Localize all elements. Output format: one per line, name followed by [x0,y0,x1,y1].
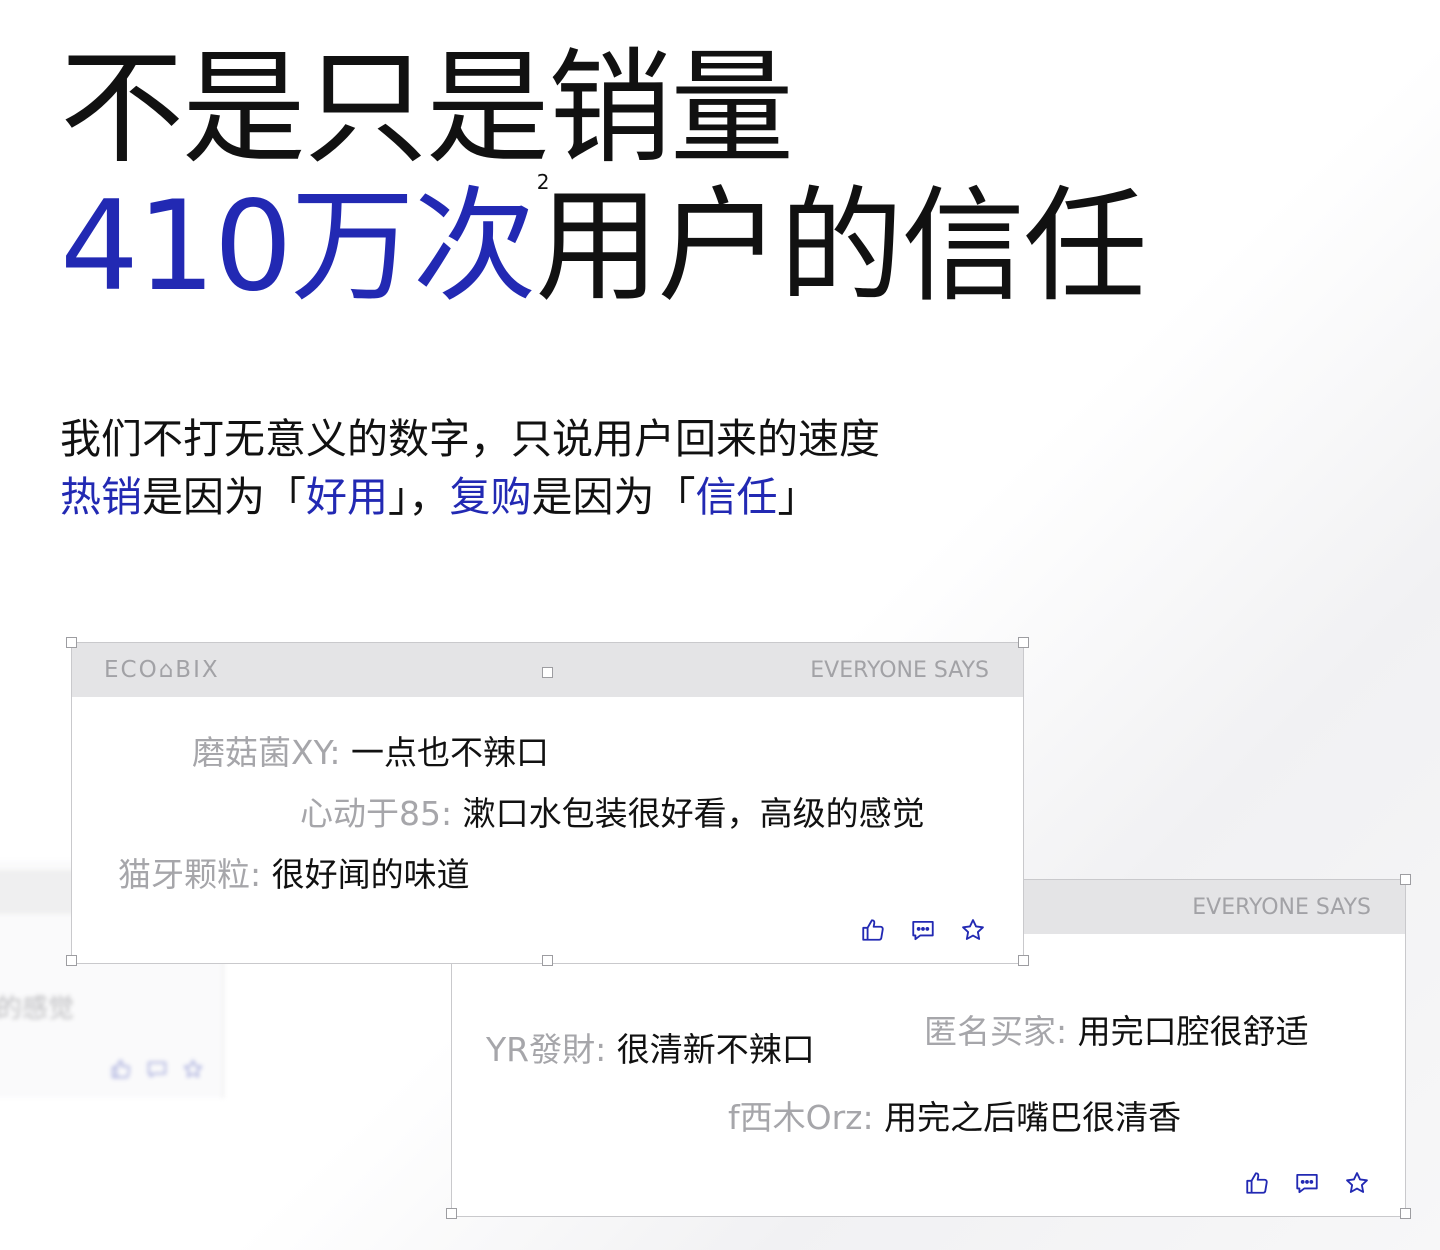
review-username: 匿名买家: [924,1012,1078,1051]
subtitle-line-1: 我们不打无意义的数字，只说用户回来的速度 [60,415,880,463]
review-username: 心动于85: [300,794,463,833]
comment-icon[interactable] [1294,1170,1320,1196]
subtitle-text: 是因为「 [531,473,696,521]
selection-handle[interactable] [446,1208,457,1219]
review-text: 一点也不辣口 [351,733,549,772]
review-comment: YR發財: 很清新不辣口 [486,1030,815,1070]
card-actions [860,917,986,943]
subtitle-hot-sale: 热销 [60,473,142,521]
review-username: YR發財: [486,1030,617,1069]
review-username: 猫牙颗粒: [118,855,272,894]
review-text: 很好闻的味道 [271,855,470,894]
headline-trust: 用户的信任 [535,175,1147,319]
headline-footnote-mark: 2 [536,170,550,194]
subtitle-line-2: 热销是因为「好用」，复购是因为「信任」 [60,468,880,526]
selection-handle[interactable] [66,637,77,648]
headline: 不是只是销量 410万次 2用户的信任 [60,37,1147,351]
headline-count: 410万次 [60,175,537,319]
thumbs-up-icon [111,1059,131,1079]
review-comment: 磨菇菌XY: 一点也不辣口 [192,733,549,773]
selection-handle[interactable] [1400,874,1411,885]
review-comment: f西木Orz: 用完之后嘴巴很清香 [728,1098,1181,1138]
card-header-label: EVERYONE SAYS [1192,895,1371,920]
review-text: 漱口水包装很好看，高级的感觉 [462,794,925,833]
card-actions [1244,1170,1370,1196]
selection-handle[interactable] [66,955,77,966]
review-card-1: ECO⌂BIX EVERYONE SAYS 磨菇菌XY: 一点也不辣口 心动于8… [66,637,1029,966]
subtitle-text: 」， [388,473,450,521]
review-comment: 猫牙颗粒: 很好闻的味道 [118,855,470,895]
subtitle-easy-to-use: 好用 [306,473,388,521]
review-comment: 心动于85: 漱口水包装很好看，高级的感觉 [300,794,925,834]
subtitle-trust: 信任 [695,473,778,521]
headline-line-2: 410万次 2用户的信任 [60,170,1147,351]
comment-icon [147,1061,167,1078]
comment-icon[interactable] [910,917,936,943]
thumbs-up-icon[interactable] [1244,1170,1270,1196]
thumbs-up-icon[interactable] [860,917,886,943]
subtitle-text: 」 [777,473,819,521]
review-username: 磨菇菌XY: [192,733,351,772]
background-card-text: 的感觉 [0,994,75,1024]
selection-handle[interactable] [542,667,553,678]
selection-handle[interactable] [1018,955,1029,966]
card-header-label: EVERYONE SAYS [810,658,989,683]
review-text: 用完口腔很舒适 [1077,1012,1309,1051]
selection-handle[interactable] [1400,1208,1411,1219]
brand-logo: ECO⌂BIX [104,657,220,683]
selection-handle[interactable] [1018,637,1029,648]
star-icon[interactable] [1344,1170,1370,1196]
review-text: 很清新不辣口 [616,1030,815,1069]
subtitle-text: 是因为「 [142,473,306,521]
subtitle-repurchase: 复购 [449,473,532,521]
star-icon [183,1059,203,1078]
background-card-icons [110,1058,204,1080]
review-comment: 匿名买家: 用完口腔很舒适 [924,1012,1309,1052]
review-username: f西木Orz: [728,1098,885,1137]
subtitle: 我们不打无意义的数字，只说用户回来的速度 热销是因为「好用」，复购是因为「信任」 [60,410,880,526]
star-icon[interactable] [960,917,986,943]
selection-handle[interactable] [542,955,553,966]
headline-line-1: 不是只是销量 [60,37,794,181]
review-text: 用完之后嘴巴很清香 [884,1098,1182,1137]
